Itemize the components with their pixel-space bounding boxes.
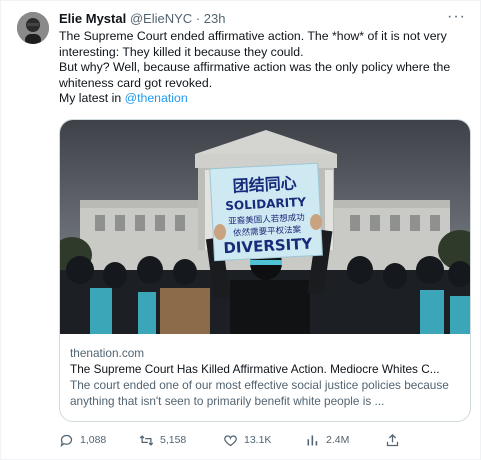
more-options-icon[interactable]: ···	[447, 9, 466, 25]
card-meta: thenation.com The Supreme Court Has Kill…	[70, 345, 462, 409]
reply-button[interactable]: 1,088	[59, 431, 106, 449]
card-title[interactable]: The Supreme Court Has Killed Affirmative…	[70, 361, 462, 377]
timestamp[interactable]: 23h	[204, 11, 226, 26]
tweet-text-line: But why? Well, because affirmative actio…	[59, 60, 451, 90]
tweet-actions: 1,088 5,158 13.1K 2.4M	[59, 431, 471, 449]
repost-button[interactable]: 5,158	[139, 431, 186, 449]
tweet-text-line: My latest in @thenation	[59, 91, 471, 107]
heart-icon	[224, 434, 237, 446]
tweet[interactable]: Elie Mystal @ElieNYC · 23h ··· The Supre…	[0, 0, 481, 460]
tweet-header: Elie Mystal @ElieNYC · 23h	[59, 11, 225, 27]
like-count: 13.1K	[244, 434, 272, 446]
separator-dot: ·	[195, 11, 201, 26]
like-button[interactable]: 13.1K	[223, 431, 271, 449]
author-name[interactable]: Elie Mystal	[59, 11, 126, 26]
mention-link[interactable]: @thenation	[125, 91, 188, 105]
views-icon	[307, 435, 318, 445]
card-domain: thenation.com	[70, 346, 145, 360]
sign-text: 团结同心	[232, 173, 297, 195]
share-button[interactable]	[385, 431, 400, 449]
tweet-text: The Supreme Court ended affirmative acti…	[59, 29, 471, 107]
views-button[interactable]: 2.4M	[305, 431, 349, 449]
share-icon	[386, 433, 399, 446]
repost-icon	[139, 434, 154, 446]
card-description: The court ended one of our most effectiv…	[70, 378, 449, 408]
views-count: 2.4M	[326, 434, 350, 446]
card-image[interactable]: 团结同心 SOLIDARITY 亚裔美国人若想成功 依然需要平权法案 DIVER…	[60, 120, 471, 334]
reply-count: 1,088	[80, 434, 107, 446]
avatar[interactable]	[17, 12, 49, 44]
repost-count: 5,158	[160, 434, 187, 446]
link-card[interactable]: 团结同心 SOLIDARITY 亚裔美国人若想成功 依然需要平权法案 DIVER…	[59, 119, 471, 422]
tweet-text-prefix: My latest in	[59, 91, 125, 106]
reply-icon	[60, 434, 73, 447]
author-handle[interactable]: @ElieNYC	[130, 11, 192, 26]
tweet-text-line: The Supreme Court ended affirmative acti…	[59, 29, 447, 59]
